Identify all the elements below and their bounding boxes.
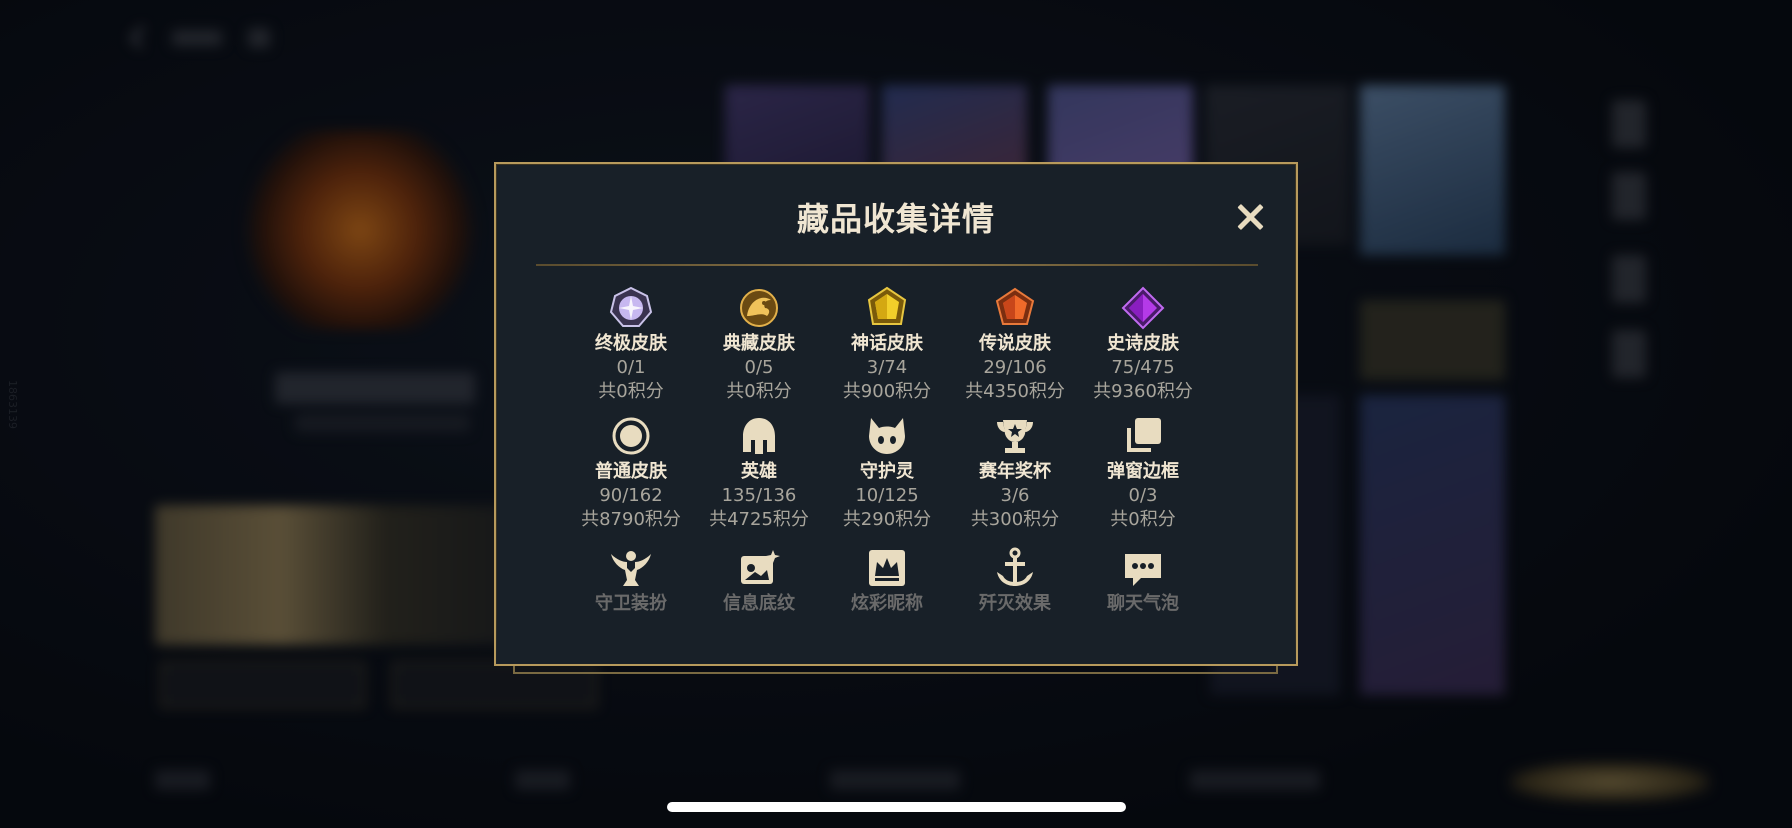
- category-prestige-skin: 典藏皮肤 0/5 共0积分: [695, 286, 823, 404]
- category-legendary-skin: 传说皮肤 29/106 共4350积分: [951, 286, 1079, 404]
- category-season-trophy: 赛年奖杯 3/6 共300积分: [951, 414, 1079, 532]
- legendary-skin-icon: [995, 287, 1035, 325]
- category-ward-skin: 守卫装扮: [567, 546, 695, 616]
- color-nickname-icon: [869, 550, 905, 586]
- prestige-skin-icon: [740, 289, 778, 327]
- screen: 1863139 藏品收集详情 终极皮肤 0/1 共0积分 典藏皮肤 0/5 共0…: [0, 0, 1792, 828]
- banner-background-icon: [741, 550, 780, 584]
- ward-skin-icon: [611, 551, 651, 586]
- category-companion: 守护灵 10/125 共290积分: [823, 414, 951, 532]
- champion-helmet-icon: [743, 418, 775, 454]
- category-popup-frame: 弹窗边框 0/3 共0积分: [1079, 414, 1207, 532]
- tft-companion-icon: [869, 418, 905, 454]
- standard-skin-icon: [612, 417, 650, 455]
- modal-title: 藏品收集详情: [796, 200, 995, 238]
- category-mythic-skin: 神话皮肤 3/74 共900积分: [823, 286, 951, 404]
- collection-details-modal: 藏品收集详情 终极皮肤 0/1 共0积分 典藏皮肤 0/5 共0积分 神话皮肤 …: [494, 162, 1298, 666]
- ultimate-skin-icon: [609, 286, 653, 327]
- close-icon[interactable]: [1232, 200, 1268, 236]
- chat-bubble-icon: [1125, 554, 1161, 586]
- category-elimination-effect: 歼灭效果: [951, 546, 1079, 616]
- elimination-effect-icon: [997, 547, 1033, 586]
- category-banner-background: 信息底纹: [695, 546, 823, 616]
- category-chat-bubble: 聊天气泡: [1079, 546, 1207, 616]
- popup-frame-icon: [1127, 418, 1161, 452]
- mythic-skin-icon: [867, 286, 907, 325]
- scroll-fade: [496, 614, 1296, 664]
- category-epic-skin: 史诗皮肤 75/475 共9360积分: [1079, 286, 1207, 404]
- category-color-nickname: 炫彩昵称: [823, 546, 951, 616]
- epic-skin-icon: [1121, 286, 1165, 330]
- category-champion: 英雄 135/136 共4725积分: [695, 414, 823, 532]
- divider: [536, 264, 1258, 266]
- category-standard-skin: 普通皮肤 90/162 共8790积分: [567, 414, 695, 532]
- category-ultimate-skin: 终极皮肤 0/1 共0积分: [567, 286, 695, 404]
- season-trophy-icon: [997, 420, 1033, 453]
- home-indicator[interactable]: [667, 802, 1126, 812]
